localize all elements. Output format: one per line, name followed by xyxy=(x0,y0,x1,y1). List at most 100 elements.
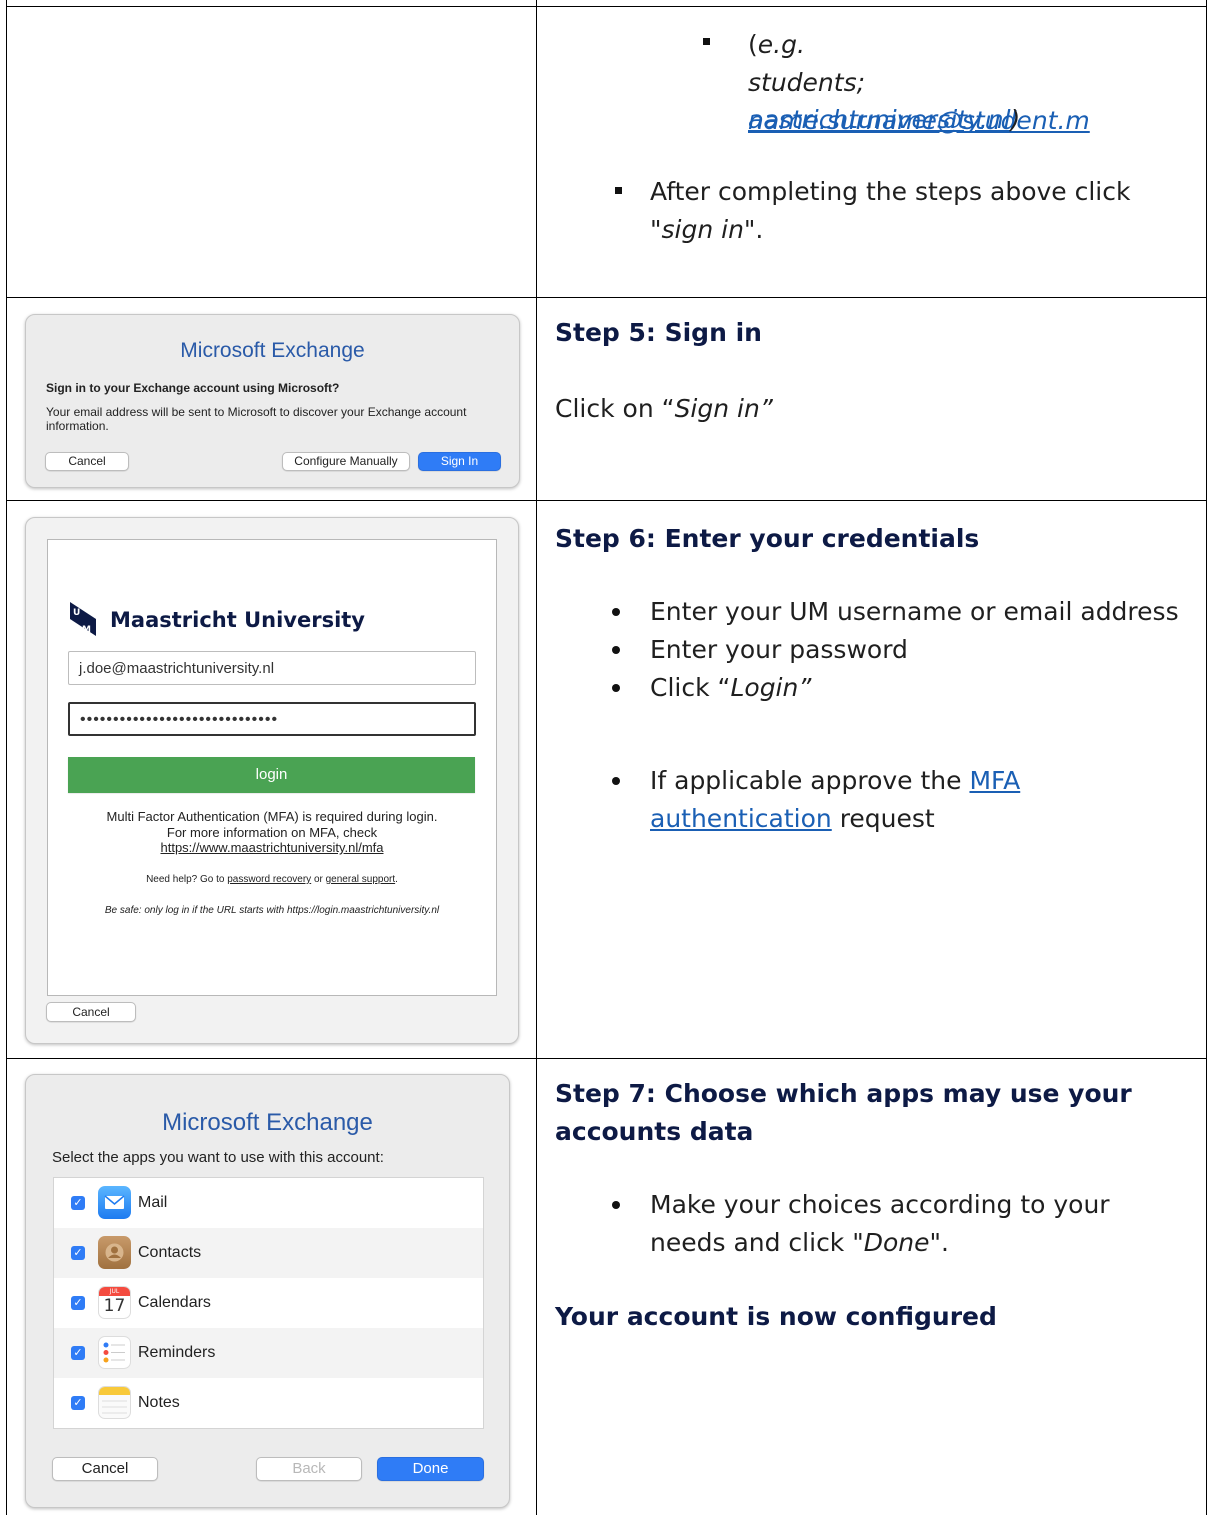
quote-open: " xyxy=(650,215,662,244)
username-field[interactable]: j.doe@maastrichtuniversity.nl xyxy=(68,651,476,685)
contacts-icon xyxy=(98,1236,131,1269)
um-login-screenshot: U M Maastricht University j.doe@maastric… xyxy=(25,517,519,1044)
mfa-suffix: request xyxy=(831,804,935,833)
table-row-divider xyxy=(6,500,1207,501)
app-label: Contacts xyxy=(138,1244,202,1261)
cancel-button[interactable]: Cancel xyxy=(45,452,129,471)
click-on-text: Click on “ xyxy=(555,394,675,423)
app-label: Calendars xyxy=(138,1294,211,1311)
help-prefix: Need help? Go to xyxy=(146,874,228,885)
students-text: students; xyxy=(748,68,866,97)
email-continued-line: aastrichtuniversity.nl) xyxy=(748,101,1020,139)
step6-bullet-1: Enter your UM username or email address xyxy=(650,597,1179,626)
exchange-signin-dialog-screenshot: Microsoft Exchange Sign in to your Excha… xyxy=(25,314,520,488)
checkbox[interactable]: ✓ xyxy=(71,1196,85,1210)
square-bullet xyxy=(615,187,622,194)
safety-notice: Be safe: only log in if the URL starts w… xyxy=(104,905,440,916)
checkbox[interactable]: ✓ xyxy=(71,1246,85,1260)
mfa-notice-2: For more information on MFA, check xyxy=(166,825,378,840)
mfa-link[interactable]: MFA xyxy=(969,766,1020,795)
login-frame: U M Maastricht University j.doe@maastric… xyxy=(47,539,497,996)
calendar-day: 17 xyxy=(103,1296,126,1316)
step5-heading: Step 5: Sign in xyxy=(555,318,762,347)
app-row-notes[interactable]: ✓ Notes xyxy=(54,1378,483,1428)
student-email-link-continued[interactable]: aastrichtuniversity.nl xyxy=(748,105,1011,134)
dialog-title: Microsoft Exchange xyxy=(180,339,365,362)
quote-close: ". xyxy=(929,1228,949,1257)
eg-text: e.g. xyxy=(757,30,805,59)
mfa-authentication-link[interactable]: authentication xyxy=(650,804,832,833)
step7-heading-2: accounts data xyxy=(555,1117,754,1146)
dialog-description-1: Your email address will be sent to Micro… xyxy=(46,405,467,419)
general-support-link[interactable]: general support xyxy=(326,874,396,885)
table-row-divider xyxy=(6,297,1207,298)
table-border-top xyxy=(6,6,1207,7)
step6-mfa-line-1: If applicable approve the MFA xyxy=(650,762,1020,800)
square-bullet xyxy=(703,38,710,45)
app-label: Mail xyxy=(138,1194,168,1211)
configured-heading: Your account is now configured xyxy=(555,1302,997,1331)
step7-bullet-line-1: Make your choices according to your xyxy=(650,1190,1110,1219)
step5-instruction: Click on “Sign in” xyxy=(555,390,773,428)
round-bullet xyxy=(612,684,620,692)
app-row-contacts[interactable]: ✓ Contacts xyxy=(54,1228,483,1278)
configure-manually-button[interactable]: Configure Manually xyxy=(282,452,410,471)
done-em: Done xyxy=(863,1228,930,1257)
app-label: Reminders xyxy=(138,1344,216,1361)
um-logo-icon: U M xyxy=(70,602,96,636)
app-row-mail[interactable]: ✓ Mail xyxy=(54,1178,483,1228)
sign-in-em: sign in xyxy=(661,215,744,244)
dialog-question: Sign in to your Exchange account using M… xyxy=(46,381,340,395)
paren-open: ( xyxy=(748,30,758,59)
quote-close: ". xyxy=(743,215,764,244)
brand-name: Maastricht University xyxy=(110,608,365,632)
app-selection-dialog-screenshot: Microsoft Exchange Select the apps you w… xyxy=(25,1074,510,1508)
app-row-calendars[interactable]: ✓ JUL 17 Calendars xyxy=(54,1278,483,1328)
help-line: Need help? Go to password recovery or ge… xyxy=(48,874,496,885)
dialog-description-2: information. xyxy=(46,419,109,433)
notes-icon xyxy=(98,1386,131,1419)
cancel-button[interactable]: Cancel xyxy=(52,1457,158,1481)
calendar-icon: JUL 17 xyxy=(98,1286,131,1319)
dialog-title: Microsoft Exchange xyxy=(162,1109,373,1136)
after-steps-line: After completing the steps above click xyxy=(650,177,1131,206)
app-label: Notes xyxy=(138,1394,180,1411)
table-border-middle xyxy=(536,0,537,1515)
example-line: (e.g. xyxy=(748,26,805,64)
step6-heading: Step 6: Enter your credentials xyxy=(555,524,980,553)
checkbox[interactable]: ✓ xyxy=(71,1396,85,1410)
password-recovery-link[interactable]: password recovery xyxy=(227,874,311,885)
login-em: Login” xyxy=(730,673,812,702)
step6-bullet-3: Click “Login” xyxy=(650,669,811,707)
calendar-month: JUL xyxy=(99,1287,130,1296)
round-bullet xyxy=(612,608,620,616)
login-button[interactable]: login xyxy=(68,757,475,793)
sign-in-button[interactable]: Sign In xyxy=(418,452,501,471)
checkbox[interactable]: ✓ xyxy=(71,1346,85,1360)
table-row-divider xyxy=(6,1058,1207,1059)
done-button[interactable]: Done xyxy=(377,1457,484,1481)
sign-in-quote-line: "sign in". xyxy=(650,211,763,249)
mail-icon xyxy=(98,1186,131,1219)
mfa-url-link[interactable]: https://www.maastrichtuniversity.nl/mfa xyxy=(48,840,496,855)
sign-in-em: Sign in” xyxy=(674,394,773,423)
table-border-left xyxy=(6,0,7,1515)
step6-bullet-2: Enter your password xyxy=(650,635,908,664)
round-bullet xyxy=(612,1201,620,1209)
password-field[interactable]: •••••••••••••••••••••••••••••• xyxy=(68,702,476,736)
round-bullet xyxy=(612,646,620,654)
step6-mfa-line-2: authentication request xyxy=(650,800,935,838)
app-row-reminders[interactable]: ✓ Reminders xyxy=(54,1328,483,1378)
svg-text:M: M xyxy=(82,625,91,635)
round-bullet xyxy=(612,777,620,785)
back-button[interactable]: Back xyxy=(256,1457,362,1481)
svg-text:U: U xyxy=(73,608,80,618)
cancel-button[interactable]: Cancel xyxy=(46,1002,136,1022)
mfa-prefix: If applicable approve the xyxy=(650,766,970,795)
paren-close: ) xyxy=(1010,105,1021,134)
dialog-subtitle: Select the apps you want to use with thi… xyxy=(52,1149,384,1166)
app-list: ✓ Mail ✓ Contacts ✓ JUL 17 Calendars ✓ R… xyxy=(53,1177,484,1429)
needs-text: needs and click " xyxy=(650,1228,864,1257)
help-suffix: . xyxy=(395,874,398,885)
checkbox[interactable]: ✓ xyxy=(71,1296,85,1310)
